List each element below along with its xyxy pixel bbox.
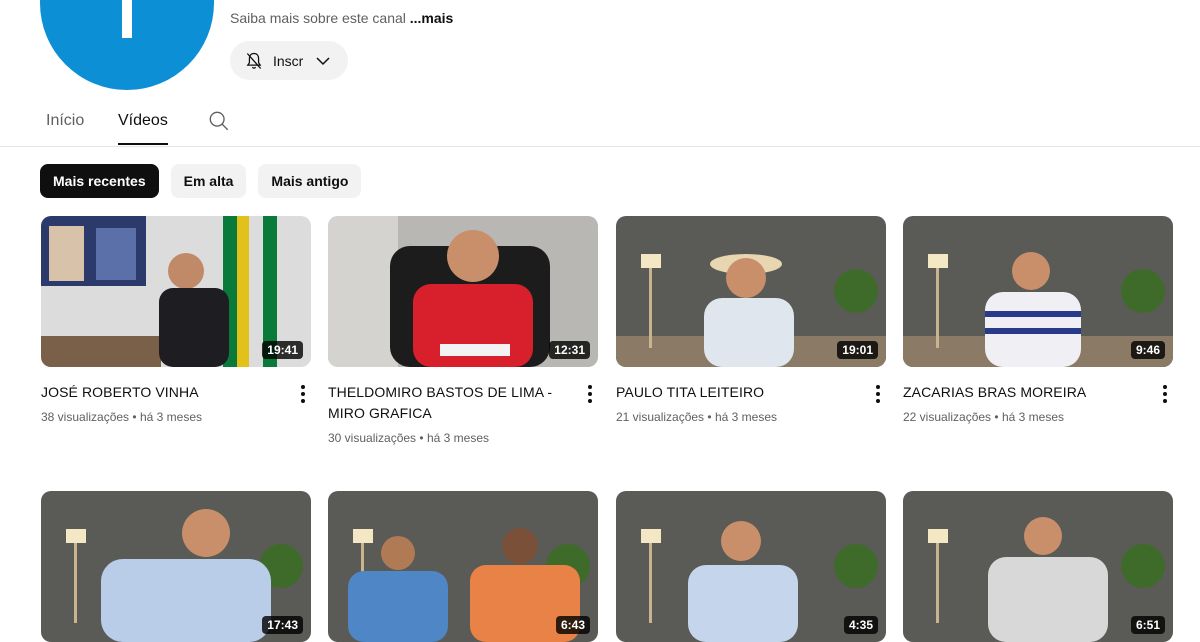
video-card[interactable]: 19:01 PAULO TITA LEITEIRO 21 visualizaçõ… [616,216,888,424]
more-options-icon[interactable] [1155,382,1175,406]
upload-age: há 3 meses [714,410,777,424]
upload-age: há 3 meses [139,410,202,424]
video-title[interactable]: JOSÉ ROBERTO VINHA [41,382,273,403]
sort-chips: Mais recentes Em alta Mais antigo [40,164,362,198]
meta-separator: • [707,410,715,424]
chip-em-alta[interactable]: Em alta [170,164,247,198]
about-text: Saiba mais sobre este canal [230,10,406,26]
channel-tabs: Início Vídeos [0,98,1200,147]
subscribe-button[interactable]: Inscr [230,41,348,80]
channel-avatar[interactable] [40,0,214,90]
video-duration: 19:41 [262,341,303,359]
video-duration: 17:43 [262,616,303,634]
view-count: 30 visualizações [328,431,417,445]
video-card[interactable]: 17:43 [41,491,313,642]
video-meta: 38 visualizações • há 3 meses [41,410,202,424]
video-card[interactable]: 19:41 JOSÉ ROBERTO VINHA 38 visualizaçõe… [41,216,313,424]
bell-off-icon [246,52,262,69]
search-icon[interactable] [208,110,230,132]
video-meta: 30 visualizações • há 3 meses [328,431,489,445]
video-card[interactable]: 4:35 [616,491,888,642]
video-title[interactable]: ZACARIAS BRAS MOREIRA [903,382,1135,403]
subscribe-label: Inscr [273,52,304,69]
video-card[interactable]: 9:46 ZACARIAS BRAS MOREIRA 22 visualizaç… [903,216,1175,424]
video-duration: 9:46 [1130,341,1165,359]
more-options-icon[interactable] [293,382,313,406]
video-thumbnail[interactable]: 19:01 [616,216,886,367]
video-thumbnail[interactable]: 6:43 [328,491,598,642]
channel-about[interactable]: Saiba mais sobre este canal ...mais [230,10,453,26]
video-duration: 12:31 [549,341,590,359]
video-duration: 4:35 [843,616,878,634]
video-title[interactable]: PAULO TITA LEITEIRO [616,382,848,403]
chip-mais-recentes[interactable]: Mais recentes [40,164,159,198]
video-card[interactable]: 6:43 [328,491,600,642]
view-count: 21 visualizações [616,410,705,424]
tab-inicio[interactable]: Início [46,112,84,130]
video-thumbnail[interactable]: 17:43 [41,491,311,642]
meta-separator: • [132,410,140,424]
video-duration: 19:01 [837,341,878,359]
video-thumbnail[interactable]: 12:31 [328,216,598,367]
video-thumbnail[interactable]: 4:35 [616,491,886,642]
video-thumbnail[interactable]: 19:41 [41,216,311,367]
upload-age: há 3 meses [1001,410,1064,424]
more-options-icon[interactable] [868,382,888,406]
meta-separator: • [419,431,427,445]
chip-mais-antigo[interactable]: Mais antigo [258,164,362,198]
view-count: 22 visualizações [903,410,992,424]
video-meta: 21 visualizações • há 3 meses [616,410,777,424]
upload-age: há 3 meses [426,431,489,445]
chevron-down-icon [316,56,330,65]
view-count: 38 visualizações [41,410,130,424]
more-link[interactable]: ...mais [410,10,454,26]
avatar-glyph [122,0,132,38]
video-thumbnail[interactable]: 6:51 [903,491,1173,642]
video-thumbnail[interactable]: 9:46 [903,216,1173,367]
more-options-icon[interactable] [580,382,600,406]
video-title[interactable]: THELDOMIRO BASTOS DE LIMA - MIRO GRAFICA [328,382,560,424]
video-duration: 6:43 [555,616,590,634]
video-card[interactable]: 6:51 [903,491,1175,642]
tab-videos[interactable]: Vídeos [118,112,168,145]
video-meta: 22 visualizações • há 3 meses [903,410,1064,424]
video-card[interactable]: 12:31 THELDOMIRO BASTOS DE LIMA - MIRO G… [328,216,600,445]
video-duration: 6:51 [1130,616,1165,634]
meta-separator: • [994,410,1002,424]
